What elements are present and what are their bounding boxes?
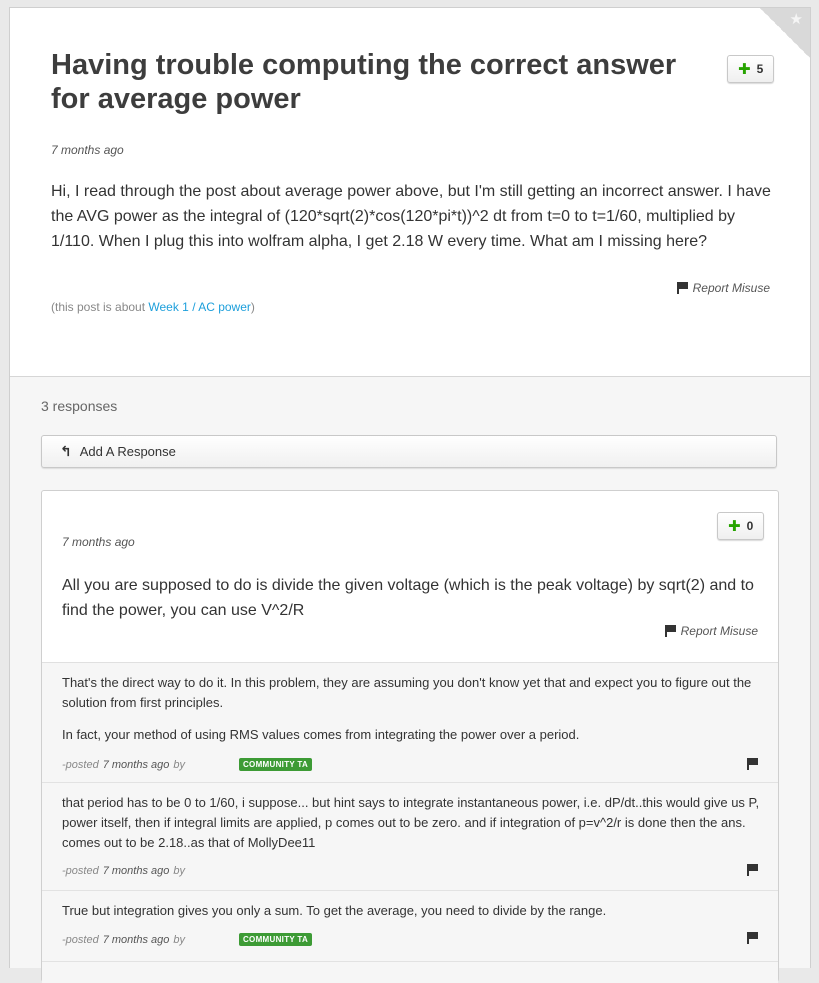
posted-label: -posted: [62, 933, 99, 946]
about-prefix: (this post is about: [51, 300, 149, 314]
star-icon[interactable]: ★: [790, 12, 803, 27]
flag-icon[interactable]: [746, 758, 758, 770]
community-ta-badge: COMMUNITY TA: [238, 758, 313, 771]
plus-icon: ✚: [738, 61, 751, 78]
comment-text: that period has to be 0 to 1/60, i suppo…: [62, 795, 760, 850]
post-body: Hi, I read through the post about averag…: [51, 183, 771, 250]
comment-meta: -posted 7 months ago by COMMUNITY TA: [62, 758, 313, 771]
report-label: Report Misuse: [680, 624, 758, 638]
comment-text: In fact, your method of using RMS values…: [62, 727, 580, 742]
response-report-misuse[interactable]: Report Misuse: [664, 624, 758, 638]
flag-icon: [676, 282, 688, 294]
response-card: ✚ 0 7 months ago All you are supposed to…: [41, 490, 779, 983]
add-response-button[interactable]: ↰ Add A Response: [41, 435, 777, 468]
post-vote-count: 5: [756, 62, 764, 76]
post-timestamp: 7 months ago: [51, 143, 124, 157]
comment: that period has to be 0 to 1/60, i suppo…: [42, 783, 778, 891]
response-timestamp: 7 months ago: [62, 535, 135, 549]
posted-label: -posted: [62, 865, 99, 877]
post-report-misuse[interactable]: Report Misuse: [676, 281, 770, 295]
comment-text: That's the direct way to do it. In this …: [62, 675, 752, 710]
response-body: All you are supposed to do is divide the…: [62, 577, 754, 619]
post-about: (this post is about Week 1 / AC power): [51, 300, 255, 314]
by-label: by: [173, 758, 185, 771]
comment: True but integration gives you only a su…: [42, 891, 778, 962]
follow-corner[interactable]: ★: [760, 8, 810, 58]
by-label: by: [173, 933, 185, 946]
topic-link[interactable]: Week 1 / AC power: [148, 300, 251, 314]
reply-icon: ↰: [60, 443, 72, 459]
community-ta-badge: COMMUNITY TA: [238, 933, 313, 946]
comment: That's the direct way to do it. In this …: [42, 663, 778, 783]
responses-count: 3 responses: [41, 398, 118, 414]
response-vote-count: 0: [746, 519, 754, 533]
comment-text: True but integration gives you only a su…: [62, 903, 607, 918]
comment-time: 7 months ago: [102, 865, 170, 877]
flag-icon[interactable]: [746, 932, 758, 944]
flag-icon[interactable]: [746, 864, 758, 876]
comment-time: 7 months ago: [102, 933, 170, 946]
original-post: ★ Having trouble computing the correct a…: [10, 8, 810, 377]
flag-icon: [664, 625, 676, 637]
post-title: Having trouble computing the correct ans…: [51, 49, 677, 115]
by-label: by: [173, 865, 185, 877]
comment-meta: -posted 7 months ago by COMMUNITY TA: [62, 933, 313, 946]
plus-icon: ✚: [728, 518, 741, 535]
add-response-label: Add A Response: [79, 444, 176, 459]
post-vote-button[interactable]: ✚ 5: [727, 55, 775, 83]
comments-list: That's the direct way to do it. In this …: [42, 662, 778, 983]
about-suffix: ): [250, 300, 255, 314]
response-vote-button[interactable]: ✚ 0: [717, 512, 765, 540]
comment-time: 7 months ago: [102, 758, 170, 771]
discussion-thread: ★ Having trouble computing the correct a…: [9, 7, 811, 983]
posted-label: -posted: [62, 758, 99, 771]
comment-meta: -posted 7 months ago by: [62, 865, 185, 877]
report-label: Report Misuse: [692, 281, 770, 295]
